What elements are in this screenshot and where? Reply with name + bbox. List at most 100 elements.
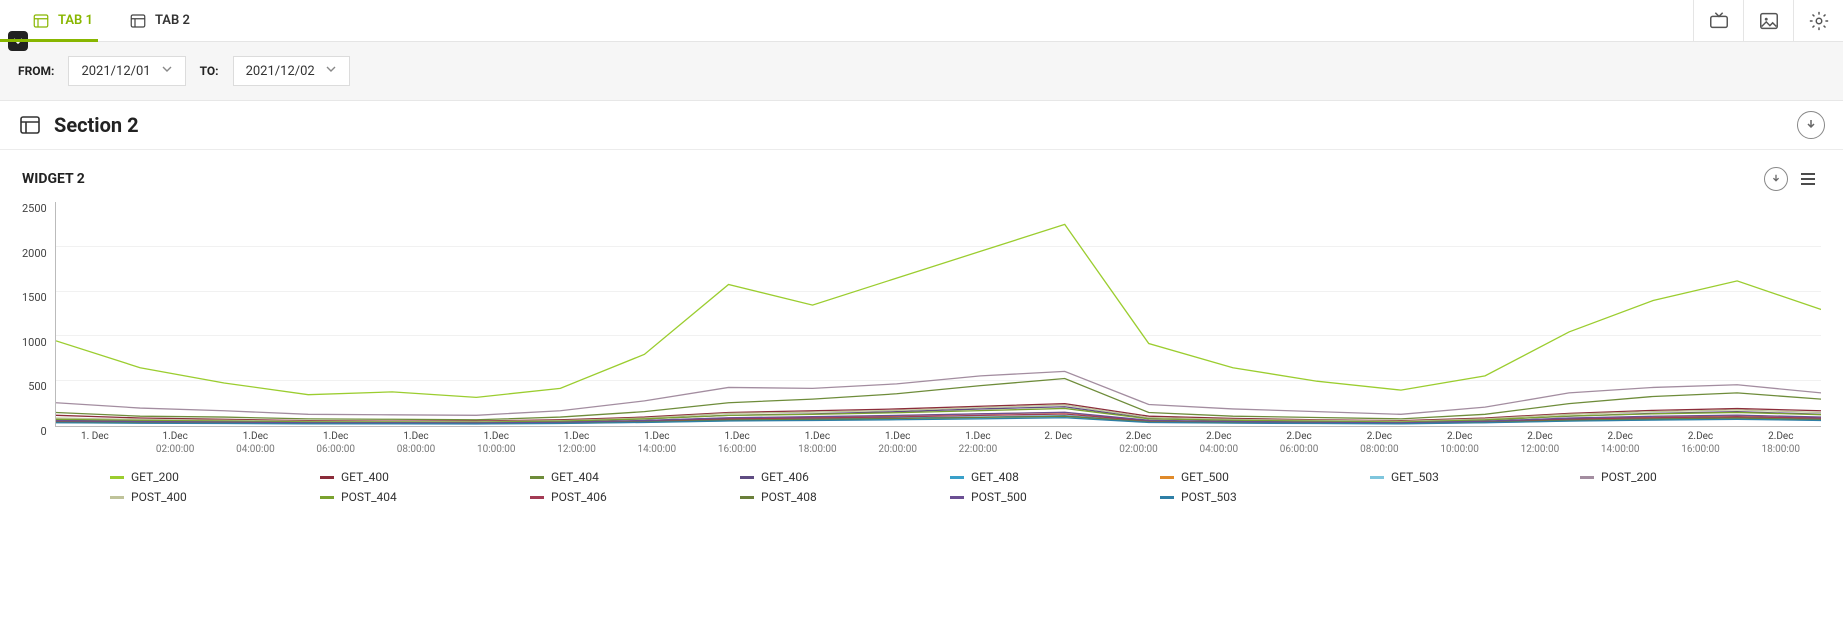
plot-area[interactable]: [55, 202, 1821, 427]
widget-header: WIDGET 2: [0, 158, 1843, 196]
x-tick: 1.Dec20:00:00: [858, 431, 938, 456]
image-icon: [1758, 10, 1780, 32]
chart: 25002000150010005000 1. Dec1.Dec02:00:00…: [0, 196, 1843, 456]
dashboard-icon: [129, 12, 147, 30]
gear-icon: [1808, 10, 1830, 32]
section-download-button[interactable]: [1797, 111, 1825, 139]
tab-2[interactable]: TAB 2: [111, 0, 208, 41]
legend-label: GET_408: [971, 470, 1019, 484]
x-tick: 1.Dec06:00:00: [296, 431, 376, 456]
x-tick: 1.Dec14:00:00: [617, 431, 697, 456]
y-tick: 0: [41, 425, 47, 438]
from-date-picker[interactable]: 2021/12/01: [68, 56, 185, 86]
x-tick: 2.Dec02:00:00: [1098, 431, 1178, 456]
legend-swatch: [1580, 476, 1594, 479]
legend-item[interactable]: POST_200: [1580, 470, 1730, 484]
tabs: TAB 1 TAB 2: [0, 0, 208, 41]
x-tick: 2.Dec14:00:00: [1580, 431, 1660, 456]
legend-swatch: [1160, 496, 1174, 499]
section-title: Section 2: [54, 113, 139, 137]
y-axis: 25002000150010005000: [22, 202, 55, 456]
legend-swatch: [320, 496, 334, 499]
legend-label: POST_406: [551, 490, 607, 504]
y-tick: 2000: [22, 247, 47, 260]
section-header: Section 2: [0, 101, 1843, 150]
legend-label: POST_200: [1601, 470, 1657, 484]
widget: WIDGET 2 25002000150010005000 1. Dec1.De…: [0, 150, 1843, 530]
image-export-button[interactable]: [1743, 0, 1793, 41]
legend-swatch: [110, 496, 124, 499]
legend-item[interactable]: GET_404: [530, 470, 680, 484]
legend-label: POST_408: [761, 490, 817, 504]
legend-swatch: [530, 476, 544, 479]
x-tick: 2.Dec18:00:00: [1741, 431, 1821, 456]
legend-label: GET_404: [551, 470, 599, 484]
y-tick: 2500: [22, 202, 47, 215]
legend-swatch: [110, 476, 124, 479]
legend-item[interactable]: GET_200: [110, 470, 260, 484]
x-tick: 1. Dec: [55, 431, 135, 456]
x-tick: 1.Dec16:00:00: [697, 431, 777, 456]
legend-label: GET_200: [131, 470, 179, 484]
tab-label: TAB 1: [58, 13, 93, 28]
y-tick: 500: [28, 380, 47, 393]
section-icon: [18, 113, 42, 137]
legend-label: GET_400: [341, 470, 389, 484]
chart-legend: GET_200 GET_400 GET_404 GET_406 GET_408 GET_5…: [0, 456, 1843, 510]
legend-item[interactable]: POST_406: [530, 490, 680, 504]
legend-swatch: [530, 496, 544, 499]
legend-swatch: [950, 476, 964, 479]
x-tick: 1.Dec10:00:00: [456, 431, 536, 456]
top-actions: [1693, 0, 1843, 41]
from-label: FROM:: [18, 64, 54, 78]
top-bar: TAB 1 TAB 2: [0, 0, 1843, 42]
from-date-value: 2021/12/01: [81, 64, 150, 79]
legend-item[interactable]: POST_400: [110, 490, 260, 504]
legend-item[interactable]: GET_400: [320, 470, 470, 484]
legend-item[interactable]: GET_408: [950, 470, 1100, 484]
to-date-value: 2021/12/02: [246, 64, 315, 79]
x-tick: 2.Dec04:00:00: [1179, 431, 1259, 456]
x-tick: 2.Dec06:00:00: [1259, 431, 1339, 456]
x-tick: 2.Dec10:00:00: [1420, 431, 1500, 456]
tab-label: TAB 2: [155, 13, 190, 28]
dashboard-icon: [32, 12, 50, 30]
to-label: TO:: [200, 64, 219, 78]
legend-item[interactable]: GET_503: [1370, 470, 1520, 484]
widget-menu-button[interactable]: [1795, 166, 1821, 192]
x-tick: 1.Dec18:00:00: [777, 431, 857, 456]
x-tick: 2.Dec12:00:00: [1500, 431, 1580, 456]
y-tick: 1500: [22, 291, 47, 304]
legend-item[interactable]: POST_503: [1160, 490, 1310, 504]
x-tick: 2.Dec08:00:00: [1339, 431, 1419, 456]
legend-item[interactable]: POST_408: [740, 490, 890, 504]
download-icon: [1770, 173, 1782, 185]
legend-swatch: [320, 476, 334, 479]
to-date-picker[interactable]: 2021/12/02: [233, 56, 350, 86]
x-tick: 1.Dec04:00:00: [215, 431, 295, 456]
widget-title: WIDGET 2: [22, 171, 85, 187]
legend-item[interactable]: GET_500: [1160, 470, 1310, 484]
x-tick: 1.Dec02:00:00: [135, 431, 215, 456]
menu-icon: [1799, 170, 1817, 188]
download-icon: [1804, 118, 1818, 132]
legend-item[interactable]: POST_404: [320, 490, 470, 504]
chevron-down-icon: [161, 63, 173, 79]
legend-swatch: [740, 496, 754, 499]
x-tick: 2. Dec: [1018, 431, 1098, 456]
legend-label: POST_400: [131, 490, 187, 504]
legend-swatch: [1370, 476, 1384, 479]
legend-item[interactable]: POST_500: [950, 490, 1100, 504]
legend-swatch: [1160, 476, 1174, 479]
x-tick: 1.Dec08:00:00: [376, 431, 456, 456]
legend-label: POST_500: [971, 490, 1027, 504]
widget-download-button[interactable]: [1763, 166, 1789, 192]
x-axis: 1. Dec1.Dec02:00:001.Dec04:00:001.Dec06:…: [55, 427, 1821, 456]
tv-mode-button[interactable]: [1693, 0, 1743, 41]
tab-1[interactable]: TAB 1: [14, 0, 111, 41]
x-tick: 1.Dec22:00:00: [938, 431, 1018, 456]
legend-item[interactable]: GET_406: [740, 470, 890, 484]
tab-underline: [0, 39, 98, 42]
settings-button[interactable]: [1793, 0, 1843, 41]
x-tick: 1.Dec12:00:00: [536, 431, 616, 456]
